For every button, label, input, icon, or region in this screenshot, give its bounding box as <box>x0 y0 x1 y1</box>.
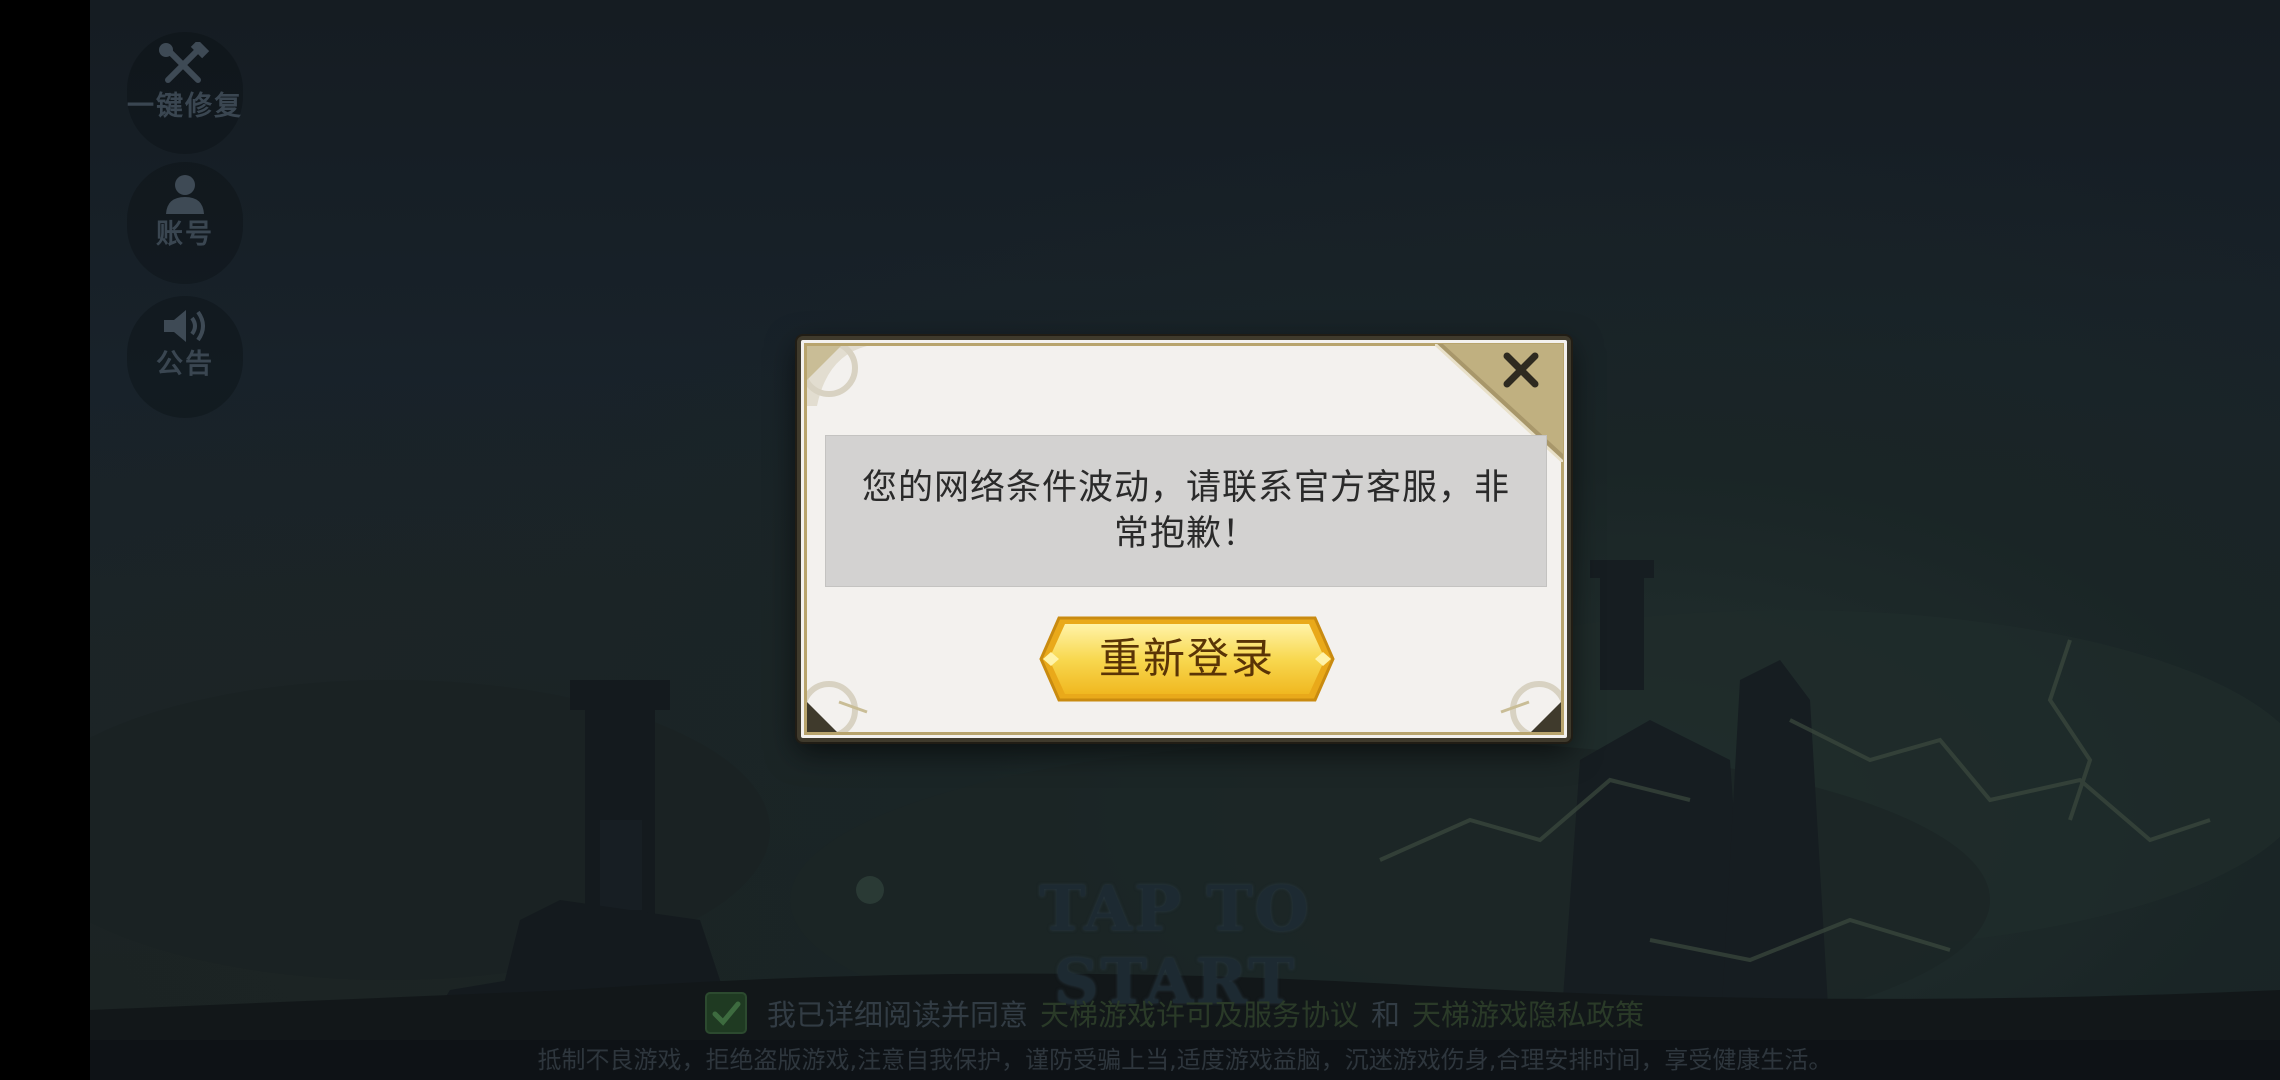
wrench-hammer-icon <box>159 42 210 83</box>
checkmark-icon <box>712 1001 741 1026</box>
account-label: 账号 <box>156 219 214 250</box>
corner-ornament-bottom-left <box>807 681 868 732</box>
user-icon <box>166 175 204 214</box>
relogin-button[interactable]: 重新登录 <box>1037 612 1337 706</box>
network-error-dialog: 您的网络条件波动，请联系官方客服，非常抱歉！ 重新登录 <box>797 336 1571 742</box>
agreement-and: 和 <box>1371 998 1401 1032</box>
notice-button[interactable]: 公告 <box>115 296 255 418</box>
corner-ornament-bottom-right <box>1500 681 1561 732</box>
speaker-icon <box>164 310 205 342</box>
relogin-label: 重新登录 <box>1098 634 1275 683</box>
corner-ornament-top-left <box>807 346 867 406</box>
account-button[interactable]: 账号 <box>115 162 255 284</box>
agreement-checkbox[interactable] <box>705 992 747 1034</box>
license-agreement-link[interactable]: 天梯游戏许可及服务协议 <box>1040 992 1359 1034</box>
notice-label: 公告 <box>156 349 214 380</box>
agreement-prefix: 我已详细阅读并同意 <box>767 998 1029 1032</box>
health-notice-bar: 抵制不良游戏，拒绝盗版游戏,注意自我保护，谨防受骗上当,适度游戏益脑，沉迷游戏伤… <box>90 1040 2280 1080</box>
repair-label: 一键修复 <box>127 91 243 122</box>
health-notice-text: 抵制不良游戏，拒绝盗版游戏,注意自我保护，谨防受骗上当,适度游戏益脑，沉迷游戏伤… <box>537 1046 1833 1074</box>
agreement-row: 我已详细阅读并同意 天梯游戏许可及服务协议 和 天梯游戏隐私政策 <box>705 990 1644 1036</box>
error-message: 您的网络条件波动，请联系官方客服，非常抱歉！ <box>861 468 1510 554</box>
game-screen: 一键修复 账号 公告 TAP TO START 我已详细阅读并同意 天梯游戏许可… <box>0 0 2280 1080</box>
message-box: 您的网络条件波动，请联系官方客服，非常抱歉！ <box>825 435 1547 587</box>
privacy-policy-link[interactable]: 天梯游戏隐私政策 <box>1412 992 1644 1034</box>
repair-button[interactable]: 一键修复 <box>115 32 255 154</box>
